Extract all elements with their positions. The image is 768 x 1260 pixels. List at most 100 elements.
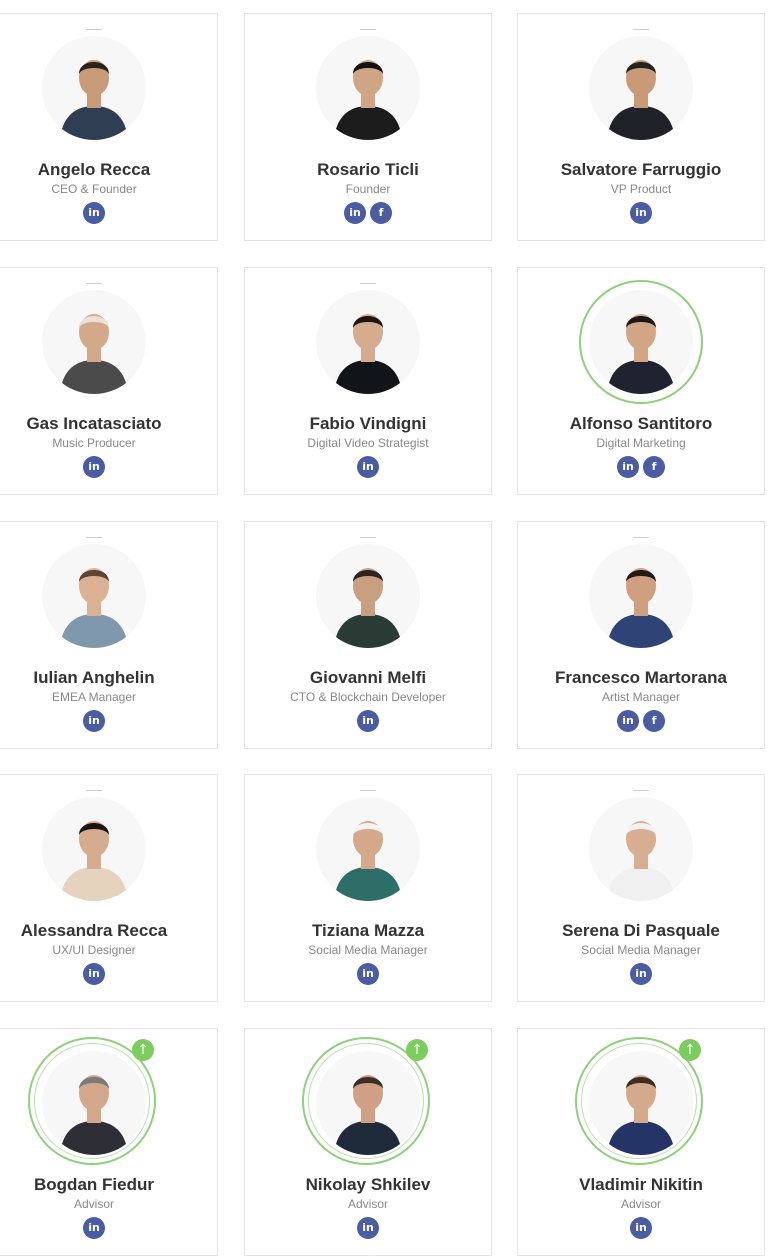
avatar	[589, 290, 693, 394]
avatar-wrapper	[42, 29, 146, 140]
member-name: Giovanni Melfi	[309, 668, 427, 687]
team-card-iulian-anghelin: Iulian Anghelin EMEA Manager in	[0, 521, 218, 749]
avatar	[316, 36, 420, 140]
avatar-divider	[633, 537, 649, 538]
member-role: Advisor	[73, 1197, 114, 1211]
social-links: in	[0, 456, 217, 478]
avatar	[42, 36, 146, 140]
avatar-wrapper: ↑	[575, 1037, 703, 1165]
social-links: in f	[245, 202, 491, 224]
team-card-bogdan-fiedur: ↑ Bogdan Fiedur Advisor in	[0, 1028, 218, 1256]
social-links: in	[245, 1217, 491, 1239]
avatar-wrapper: ↑	[302, 1037, 430, 1165]
social-links: in	[0, 710, 217, 732]
avatar-divider	[360, 29, 376, 30]
avatar	[42, 544, 146, 648]
avatar-wrapper	[316, 537, 420, 648]
facebook-icon[interactable]: f	[643, 710, 665, 732]
member-role: CTO & Blockchain Developer	[290, 690, 446, 704]
team-card-angelo-recca: Angelo Recca CEO & Founder in	[0, 13, 218, 241]
member-name: Alfonso Santitoro	[569, 414, 713, 433]
avatar	[316, 544, 420, 648]
linkedin-icon[interactable]: in	[83, 456, 105, 478]
linkedin-icon[interactable]: in	[83, 1217, 105, 1239]
avatar-wrapper	[316, 29, 420, 140]
team-card-nikolay-shkilev: ↑ Nikolay Shkilev Advisor in	[244, 1028, 492, 1256]
linkedin-icon[interactable]: in	[357, 710, 379, 732]
avatar-wrapper	[42, 790, 146, 901]
member-name: Bogdan Fiedur	[34, 1175, 154, 1194]
avatar	[589, 36, 693, 140]
linkedin-icon[interactable]: in	[83, 963, 105, 985]
linkedin-icon[interactable]: in	[617, 456, 639, 478]
team-card-salvatore-farruggio: Salvatore Farruggio VP Product in	[517, 13, 765, 241]
arrow-up-icon: ↑	[406, 1039, 428, 1061]
linkedin-icon[interactable]: in	[617, 710, 639, 732]
member-name: Francesco Martorana	[555, 668, 727, 687]
member-role: VP Product	[610, 182, 672, 196]
linkedin-icon[interactable]: in	[630, 202, 652, 224]
linkedin-icon[interactable]: in	[630, 963, 652, 985]
avatar	[589, 797, 693, 901]
social-links: in	[0, 963, 217, 985]
avatar	[42, 797, 146, 901]
social-links: in	[518, 963, 764, 985]
linkedin-icon[interactable]: in	[357, 456, 379, 478]
member-role: Digital Video Strategist	[307, 436, 429, 450]
member-role: Music Producer	[52, 436, 136, 450]
avatar-divider	[86, 537, 102, 538]
social-links: in	[518, 202, 764, 224]
linkedin-icon[interactable]: in	[83, 710, 105, 732]
avatar-divider	[360, 790, 376, 791]
avatar-wrapper	[589, 537, 693, 648]
facebook-icon[interactable]: f	[643, 456, 665, 478]
linkedin-icon[interactable]: in	[630, 1217, 652, 1239]
member-role: Social Media Manager	[581, 943, 701, 957]
social-links: in f	[518, 710, 764, 732]
member-name: Nikolay Shkilev	[305, 1175, 431, 1194]
team-card-francesco-martorana: Francesco Martorana Artist Manager in f	[517, 521, 765, 749]
avatar-divider	[633, 790, 649, 791]
avatar-wrapper	[579, 280, 703, 404]
member-name: Angelo Recca	[37, 160, 151, 179]
social-links: in f	[518, 456, 764, 478]
member-name: Iulian Anghelin	[33, 668, 155, 687]
member-name: Salvatore Farruggio	[560, 160, 722, 179]
team-card-fabio-vindigni: Fabio Vindigni Digital Video Strategist in	[244, 267, 492, 495]
avatar-wrapper	[42, 537, 146, 648]
social-links: in	[245, 456, 491, 478]
linkedin-icon[interactable]: in	[357, 1217, 379, 1239]
team-card-serena-di-pasquale: Serena Di Pasquale Social Media Manager in	[517, 774, 765, 1002]
avatar-wrapper	[42, 283, 146, 394]
social-links: in	[245, 710, 491, 732]
member-role: Advisor	[620, 1197, 661, 1211]
team-card-vladimir-nikitin: ↑ Vladimir Nikitin Advisor in	[517, 1028, 765, 1256]
avatar-wrapper	[589, 29, 693, 140]
member-name: Alessandra Recca	[20, 921, 168, 940]
arrow-up-icon: ↑	[679, 1039, 701, 1061]
team-card-alessandra-recca: Alessandra Recca UX/UI Designer in	[0, 774, 218, 1002]
avatar-wrapper	[316, 283, 420, 394]
team-card-giovanni-melfi: Giovanni Melfi CTO & Blockchain Developer…	[244, 521, 492, 749]
team-card-alfonso-santitoro: Alfonso Santitoro Digital Marketing in f	[517, 267, 765, 495]
arrow-up-icon: ↑	[132, 1039, 154, 1061]
member-role: EMEA Manager	[51, 690, 137, 704]
avatar	[42, 1051, 146, 1155]
linkedin-icon[interactable]: in	[357, 963, 379, 985]
member-role: CEO & Founder	[51, 182, 137, 196]
facebook-icon[interactable]: f	[370, 202, 392, 224]
avatar-wrapper	[589, 790, 693, 901]
team-grid: Angelo Recca CEO & Founder in Rosario Ticli…	[0, 0, 768, 1260]
social-links: in	[0, 202, 217, 224]
avatar	[316, 797, 420, 901]
avatar-wrapper	[316, 790, 420, 901]
avatar	[42, 290, 146, 394]
member-role: Artist Manager	[601, 690, 681, 704]
linkedin-icon[interactable]: in	[83, 202, 105, 224]
avatar	[316, 290, 420, 394]
social-links: in	[518, 1217, 764, 1239]
avatar-divider	[86, 283, 102, 284]
avatar	[589, 1051, 693, 1155]
linkedin-icon[interactable]: in	[344, 202, 366, 224]
avatar	[589, 544, 693, 648]
